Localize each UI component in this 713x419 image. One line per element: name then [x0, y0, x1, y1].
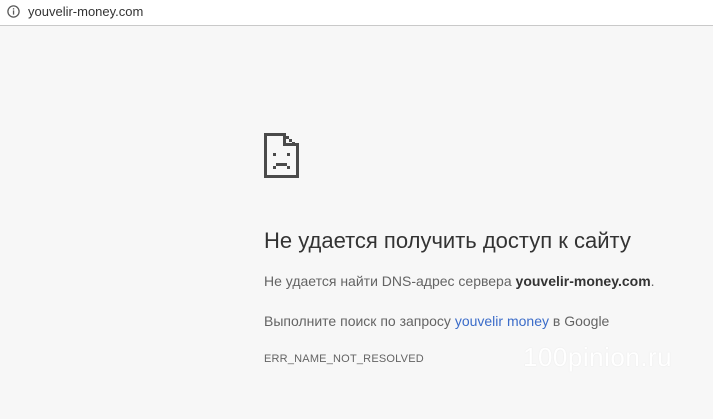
dns-domain: youvelir-money.com [515, 273, 651, 289]
url-text[interactable]: youvelir-money.com [28, 4, 143, 20]
dns-message-prefix: Не удается найти DNS-адрес сервера [264, 273, 516, 289]
search-query-link[interactable]: youvelir money [455, 313, 549, 329]
error-title: Не удается получить доступ к сайту [264, 228, 631, 253]
search-suggestion: Выполните поиск по запросу youvelir mone… [264, 312, 609, 330]
error-code: ERR_NAME_NOT_RESOLVED [264, 353, 424, 365]
search-prefix: Выполните поиск по запросу [264, 313, 455, 329]
watermark: 100pinion.ru [523, 342, 673, 372]
search-suffix: в Google [548, 313, 610, 329]
sad-document-icon [264, 133, 299, 178]
dns-message-suffix: . [650, 273, 655, 289]
address-bar[interactable]: youvelir-money.com [0, 0, 713, 26]
info-icon[interactable] [7, 5, 20, 18]
dns-error-message: Не удается найти DNS-адрес сервера youve… [264, 272, 655, 290]
